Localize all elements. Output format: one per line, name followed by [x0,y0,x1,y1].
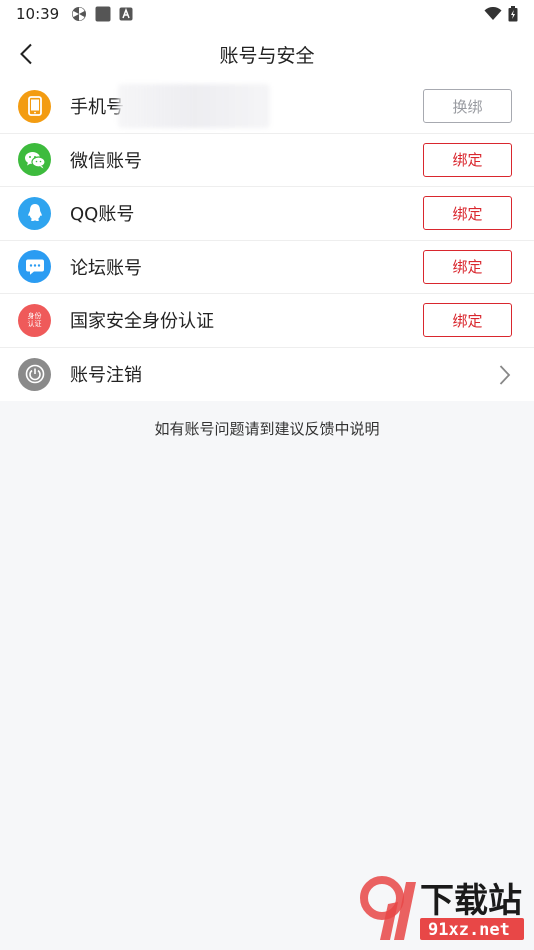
status-bar: 10:39 [0,0,534,28]
square-app-icon [95,6,111,22]
id-auth-icon: 身份 认证 [18,303,51,337]
page-title: 账号与安全 [219,44,315,67]
row-label: 账号注销 [70,365,142,387]
bind-national-id-button[interactable]: 绑定 [423,303,512,337]
row-label: 国家安全身份认证 [70,311,214,333]
phone-icon [18,89,51,123]
row-label: 论坛账号 [70,257,142,279]
power-icon [18,357,51,391]
watermark-main-text: 下载站 [420,881,522,921]
pinwheel-icon [72,7,87,21]
chevron-right-icon [499,364,511,385]
bind-qq-button[interactable]: 绑定 [423,196,512,230]
redacted-phone-number [118,84,270,128]
row-label: 手机号 [70,97,124,119]
row-cancel-account[interactable]: 账号注销 [0,348,534,402]
watermark-logo: 下载站 91xz.net [360,868,530,946]
row-label: QQ账号 [70,204,135,226]
row-national-id-auth[interactable]: 身份 认证 国家安全身份认证 绑定 [0,294,534,348]
bind-forum-button[interactable]: 绑定 [423,249,512,284]
account-security-list: 手机号 换绑 微信账号 绑定 QQ账号 绑定 论坛账号 绑定 身份 认证 国家安… [0,80,534,401]
battery-icon [508,6,518,22]
bind-wechat-button[interactable]: 绑定 [423,142,512,177]
qq-icon [18,196,51,230]
row-qq[interactable]: QQ账号 绑定 [0,187,534,241]
row-wechat[interactable]: 微信账号 绑定 [0,134,534,187]
chevron-left-icon [20,43,32,65]
wifi-icon [484,7,502,20]
wechat-icon [18,143,51,177]
row-forum[interactable]: 论坛账号 绑定 [0,241,534,294]
back-button[interactable] [10,38,42,70]
row-label: 微信账号 [70,150,142,172]
rebind-phone-button[interactable]: 换绑 [423,89,512,123]
row-phone[interactable]: 手机号 换绑 [0,80,534,134]
chat-bubble-icon [18,250,51,284]
app-header: 账号与安全 [0,28,534,80]
a-badge-icon [119,7,133,21]
watermark-sub-text: 91xz.net [428,920,510,940]
help-note: 如有账号问题请到建议反馈中说明 [154,420,380,438]
status-time: 10:39 [16,5,60,23]
